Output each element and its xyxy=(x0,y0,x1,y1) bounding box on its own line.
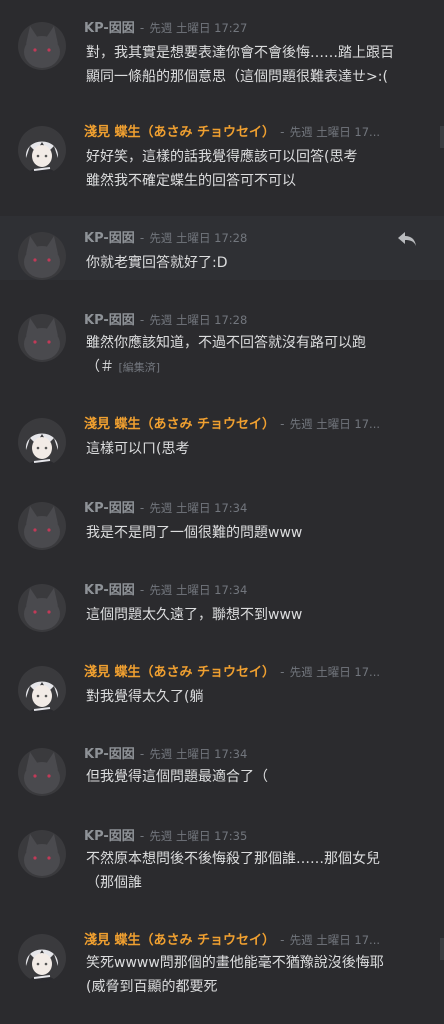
message[interactable]: 淺見 蝶生（あさみ チョウセイ） - 先週 土曜日 17... 這樣可以ㄇ(思考 xyxy=(0,412,444,472)
message[interactable]: KP-囡囡 - 先週 土曜日 17:34 但我覺得這個問題最適合了（ xyxy=(0,742,444,802)
timestamp: 先週 土曜日 17:28 xyxy=(149,231,248,245)
scrollbar-marker[interactable] xyxy=(440,126,444,148)
timestamp: 先週 土曜日 17:35 xyxy=(149,829,248,843)
timestamp: 先週 土曜日 17... xyxy=(289,933,381,947)
separator: - xyxy=(139,21,145,35)
message-text-continued: （＃ [編集済] xyxy=(86,357,160,378)
avatar-asami[interactable] xyxy=(18,934,66,982)
message-text: （那個誰 xyxy=(86,875,142,891)
message-header: 淺見 蝶生（あさみ チョウセイ） - 先週 土曜日 17... xyxy=(84,929,438,949)
message-text: 雖然你應該知道，不過不回答就沒有路可以跑 xyxy=(86,335,366,351)
username[interactable]: KP-囡囡 xyxy=(84,21,135,36)
message-text: (威脅到百顯的都要死 xyxy=(86,979,218,995)
avatar-kp-cat[interactable] xyxy=(18,584,66,632)
message-text: 笑死wwww問那個的畫他能毫不猶豫說沒後悔耶 xyxy=(86,955,384,971)
message-text: 我是不是問了一個很難的問題www xyxy=(86,525,303,541)
username[interactable]: KP-囡囡 xyxy=(84,231,135,246)
avatar-asami[interactable] xyxy=(18,666,66,714)
scrollbar-marker[interactable] xyxy=(440,938,444,960)
avatar-kp-cat[interactable] xyxy=(18,232,66,280)
timestamp: 先週 土曜日 17:34 xyxy=(149,747,248,761)
avatar-kp-cat[interactable] xyxy=(18,502,66,550)
timestamp: 先週 土曜日 17:34 xyxy=(149,583,248,597)
message-header: KP-囡囡 - 先週 土曜日 17:34 xyxy=(84,743,438,763)
avatar-asami[interactable] xyxy=(18,126,66,174)
avatar-asami[interactable] xyxy=(18,418,66,466)
message[interactable]: KP-囡囡 - 先週 土曜日 17:27 對，我其實是想要表達你會不會後悔……踏… xyxy=(0,16,444,96)
username[interactable]: KP-囡囡 xyxy=(84,501,135,516)
username[interactable]: KP-囡囡 xyxy=(84,313,135,328)
separator: - xyxy=(280,417,285,431)
separator: - xyxy=(280,665,285,679)
message[interactable]: 淺見 蝶生（あさみ チョウセイ） - 先週 土曜日 17... 好好笑，這樣的話… xyxy=(0,120,444,200)
separator: - xyxy=(280,933,285,947)
message-text: （＃ xyxy=(86,359,114,375)
message-header: KP-囡囡 - 先週 土曜日 17:34 xyxy=(84,497,438,517)
message-text: 這樣可以ㄇ(思考 xyxy=(86,441,190,457)
timestamp: 先週 土曜日 17:28 xyxy=(149,313,248,327)
username[interactable]: 淺見 蝶生（あさみ チョウセイ） xyxy=(84,417,275,432)
separator: - xyxy=(139,829,145,843)
timestamp: 先週 土曜日 17... xyxy=(289,417,381,431)
message-text: 你就老實回答就好了:D xyxy=(86,255,228,271)
message-header: KP-囡囡 - 先週 土曜日 17:34 xyxy=(84,579,438,599)
avatar-kp-cat[interactable] xyxy=(18,830,66,878)
timestamp: 先週 土曜日 17... xyxy=(289,125,381,139)
separator: - xyxy=(139,501,145,515)
message[interactable]: KP-囡囡 - 先週 土曜日 17:35 不然原本想問後不後悔殺了那個誰……那個… xyxy=(0,824,444,904)
separator: - xyxy=(139,231,145,245)
timestamp: 先週 土曜日 17:27 xyxy=(149,21,248,35)
message[interactable]: KP-囡囡 - 先週 土曜日 17:28 雖然你應該知道，不過不回答就沒有路可以… xyxy=(0,308,444,388)
separator: - xyxy=(139,313,145,327)
separator: - xyxy=(139,583,145,597)
username[interactable]: 淺見 蝶生（あさみ チョウセイ） xyxy=(84,125,275,140)
message-text: 對，我其實是想要表達你會不會後悔……踏上跟百 xyxy=(86,45,394,61)
message-header: KP-囡囡 - 先週 土曜日 17:27 xyxy=(84,17,438,37)
message-header: KP-囡囡 - 先週 土曜日 17:28 xyxy=(84,227,438,247)
avatar-kp-cat[interactable] xyxy=(18,22,66,70)
message-text: 好好笑，這樣的話我覺得應該可以回答(思考 xyxy=(86,149,358,165)
message[interactable]: KP-囡囡 - 先週 土曜日 17:34 我是不是問了一個很難的問題www xyxy=(0,496,444,556)
username[interactable]: 淺見 蝶生（あさみ チョウセイ） xyxy=(84,933,275,948)
message-header: 淺見 蝶生（あさみ チョウセイ） - 先週 土曜日 17... xyxy=(84,661,438,681)
message[interactable]: KP-囡囡 - 先週 土曜日 17:28 你就老實回答就好了:D xyxy=(0,226,444,286)
username[interactable]: KP-囡囡 xyxy=(84,829,135,844)
message-header: KP-囡囡 - 先週 土曜日 17:35 xyxy=(84,825,438,845)
username[interactable]: KP-囡囡 xyxy=(84,747,135,762)
message[interactable]: KP-囡囡 - 先週 土曜日 17:34 這個問題太久遠了，聯想不到www xyxy=(0,578,444,638)
chat-log: KP-囡囡 - 先週 土曜日 17:27 對，我其實是想要表達你會不會後悔……踏… xyxy=(0,0,444,1024)
message-text: 但我覺得這個問題最適合了（ xyxy=(86,769,268,785)
message-header: KP-囡囡 - 先週 土曜日 17:28 xyxy=(84,309,438,329)
username[interactable]: 淺見 蝶生（あさみ チョウセイ） xyxy=(84,665,275,680)
avatar-kp-cat[interactable] xyxy=(18,314,66,362)
message-text: 對我覺得太久了(躺 xyxy=(86,689,204,705)
reply-icon[interactable] xyxy=(396,230,418,248)
timestamp: 先週 土曜日 17... xyxy=(289,665,381,679)
message-text: 顯同一條船的那個意思（這個問題很難表達ㄝ>:( xyxy=(86,69,388,85)
message-header: 淺見 蝶生（あさみ チョウセイ） - 先週 土曜日 17... xyxy=(84,121,438,141)
message-text: 不然原本想問後不後悔殺了那個誰……那個女兒 xyxy=(86,851,380,867)
timestamp: 先週 土曜日 17:34 xyxy=(149,501,248,515)
message-text: 這個問題太久遠了，聯想不到www xyxy=(86,607,303,623)
message-text: 雖然我不確定蝶生的回答可不可以 xyxy=(86,173,296,189)
separator: - xyxy=(139,747,145,761)
message[interactable]: 淺見 蝶生（あさみ チョウセイ） - 先週 土曜日 17... 對我覺得太久了(… xyxy=(0,660,444,720)
separator: - xyxy=(280,125,285,139)
avatar-kp-cat[interactable] xyxy=(18,748,66,796)
username[interactable]: KP-囡囡 xyxy=(84,583,135,598)
message[interactable]: 淺見 蝶生（あさみ チョウセイ） - 先週 土曜日 17... 笑死wwww問那… xyxy=(0,928,444,1024)
edited-label: [編集済] xyxy=(118,361,161,374)
message-header: 淺見 蝶生（あさみ チョウセイ） - 先週 土曜日 17... xyxy=(84,413,438,433)
